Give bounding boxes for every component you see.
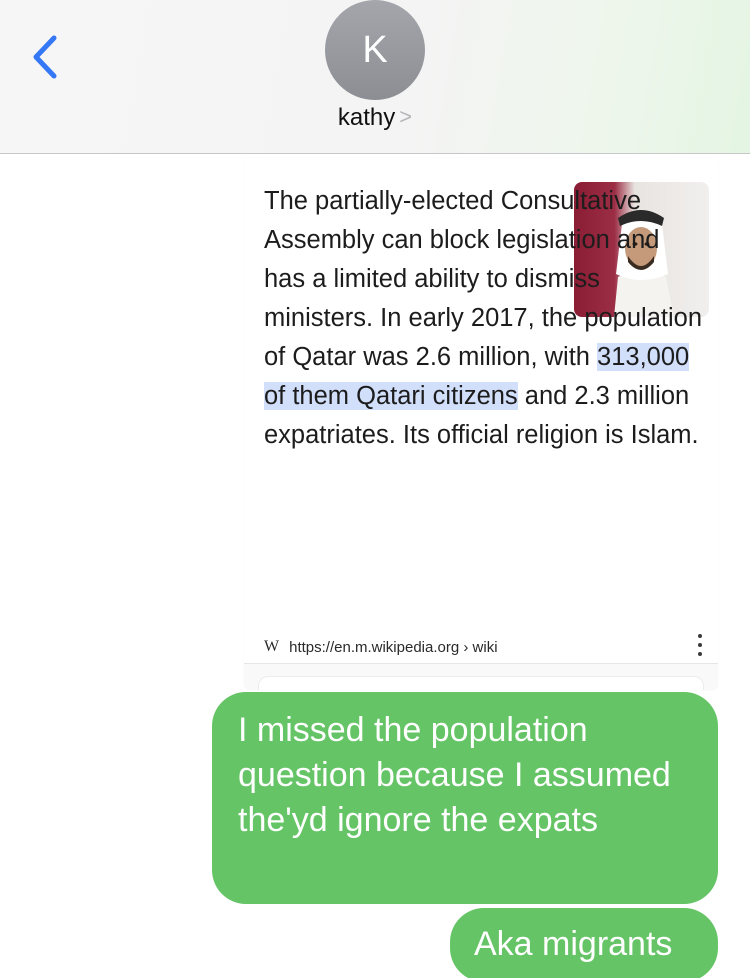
back-button[interactable] (26, 34, 66, 80)
source-url: https://en.m.wikipedia.org › wiki (289, 638, 498, 656)
next-result-edge (258, 676, 704, 690)
avatar-initial: K (362, 28, 388, 71)
wikipedia-icon: W (264, 638, 280, 655)
more-vertical-icon[interactable] (696, 634, 704, 656)
contact-avatar[interactable]: K (325, 0, 425, 100)
message-text: Aka migrants (474, 925, 673, 963)
search-result-panel: The partially-elected Consultative Assem… (244, 158, 718, 664)
chevron-right-icon: > (399, 104, 413, 129)
message-text: I missed the population question because… (238, 711, 671, 839)
sent-message-bubble[interactable]: I missed the population question because… (212, 692, 718, 904)
contact-name: kathy (337, 104, 396, 131)
source-link[interactable]: W https://en.m.wikipedia.org › wiki (264, 638, 498, 656)
contact-name-row[interactable]: kathy > (0, 104, 750, 132)
conversation-header: K kathy > (0, 0, 750, 154)
chevron-left-icon (33, 35, 57, 79)
article-snippet: The partially-elected Consultative Assem… (264, 182, 704, 455)
shared-screenshot-card[interactable]: The partially-elected Consultative Assem… (244, 158, 718, 690)
sent-message-bubble[interactable]: Aka migrants (450, 908, 718, 978)
